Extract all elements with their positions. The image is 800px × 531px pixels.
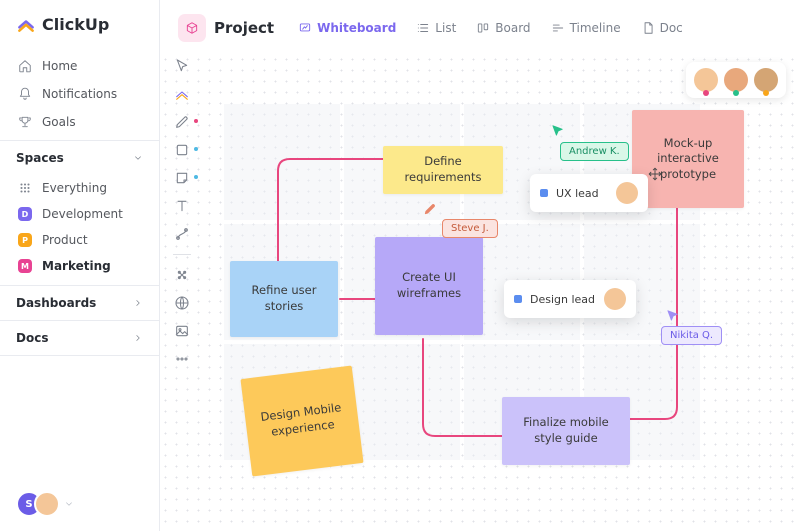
collaborators-bar[interactable]: .collab-av:nth-child(1)::after{backgroun… [686, 62, 786, 98]
spaces-list: Everything D Development P Product M Mar… [0, 175, 159, 279]
space-badge: P [18, 233, 32, 247]
whiteboard-toolbar [170, 58, 194, 367]
sticky-tool-icon[interactable] [174, 170, 190, 186]
note-mobile[interactable]: Design Mobile experience [240, 366, 363, 477]
logo-text: ClickUp [42, 15, 109, 34]
trophy-icon [18, 115, 32, 129]
nav-notifications[interactable]: Notifications [0, 80, 159, 108]
shape-tool-icon[interactable] [174, 142, 190, 158]
status-square [514, 295, 522, 303]
cube-icon [185, 21, 199, 35]
web-tool-icon[interactable] [174, 295, 190, 311]
doc-icon [641, 21, 655, 35]
space-marketing[interactable]: M Marketing [0, 253, 159, 279]
note-finalize[interactable]: Finalize mobile style guide [502, 397, 630, 465]
bell-icon [18, 87, 32, 101]
space-badge: D [18, 207, 32, 221]
home-icon [18, 59, 32, 73]
main: Project Whiteboard List Board Timeline D… [160, 0, 800, 531]
note-refine[interactable]: Refine user stories [230, 261, 338, 337]
whiteboard-canvas[interactable]: Define requirements Refine user stories … [160, 54, 800, 531]
space-product[interactable]: P Product [0, 227, 159, 253]
note-define[interactable]: Define requirements [383, 146, 503, 194]
tab-list[interactable]: List [410, 16, 462, 40]
spaces-header[interactable]: Spaces [0, 140, 159, 175]
connector-tool-icon[interactable] [174, 226, 190, 242]
card-ux-lead[interactable]: UX lead [530, 174, 648, 212]
list-icon [416, 21, 430, 35]
note-mockup[interactable]: Mock-up interactive prototype [632, 110, 744, 208]
move-icon [648, 167, 662, 181]
user-avatars[interactable]: S [16, 491, 74, 517]
ai-tool-icon[interactable] [174, 267, 190, 283]
chip-andrew: Andrew K. [560, 142, 629, 161]
clickup-logo-icon [16, 14, 36, 34]
sidebar: ClickUp Home Notifications Goals Spaces … [0, 0, 160, 531]
logo[interactable]: ClickUp [0, 0, 159, 48]
avatar [724, 68, 748, 92]
whiteboard-icon [298, 21, 312, 35]
cursor-steve [423, 202, 437, 216]
view-tabs: Project Whiteboard List Board Timeline D… [160, 0, 800, 57]
chevron-right-icon [133, 298, 143, 308]
chip-steve: Steve J. [442, 219, 498, 238]
tab-doc[interactable]: Doc [635, 16, 689, 40]
avatar [694, 68, 718, 92]
cursor-andrew [550, 124, 564, 138]
chevron-down-icon [133, 153, 143, 163]
avatar [34, 491, 60, 517]
chevron-down-icon [64, 499, 74, 509]
clickup-tool-icon[interactable] [174, 86, 190, 102]
avatar [616, 182, 638, 204]
text-tool-icon[interactable] [174, 198, 190, 214]
tab-whiteboard[interactable]: Whiteboard [292, 16, 402, 40]
timeline-icon [551, 21, 565, 35]
project-label: Project [214, 19, 274, 37]
pen-tool-icon[interactable] [174, 114, 190, 130]
status-square [540, 189, 548, 197]
board-icon [476, 21, 490, 35]
nav-goals[interactable]: Goals [0, 108, 159, 136]
note-create[interactable]: Create UI wireframes [375, 237, 483, 335]
space-badge: M [18, 259, 32, 273]
card-design-lead[interactable]: Design lead [504, 280, 636, 318]
pointer-tool-icon[interactable] [174, 58, 190, 74]
grid-icon [18, 181, 32, 195]
dashboards-header[interactable]: Dashboards [0, 285, 159, 321]
primary-nav: Home Notifications Goals [0, 48, 159, 140]
avatar [604, 288, 626, 310]
avatar [754, 68, 778, 92]
more-tool-icon[interactable] [174, 351, 190, 367]
tab-board[interactable]: Board [470, 16, 536, 40]
tab-timeline[interactable]: Timeline [545, 16, 627, 40]
image-tool-icon[interactable] [174, 323, 190, 339]
docs-header[interactable]: Docs [0, 321, 159, 356]
nav-home[interactable]: Home [0, 52, 159, 80]
cursor-nikita [665, 309, 679, 323]
space-everything[interactable]: Everything [0, 175, 159, 201]
project-icon[interactable] [178, 14, 206, 42]
chip-nikita: Nikita Q. [661, 326, 722, 345]
chevron-right-icon [133, 333, 143, 343]
space-development[interactable]: D Development [0, 201, 159, 227]
